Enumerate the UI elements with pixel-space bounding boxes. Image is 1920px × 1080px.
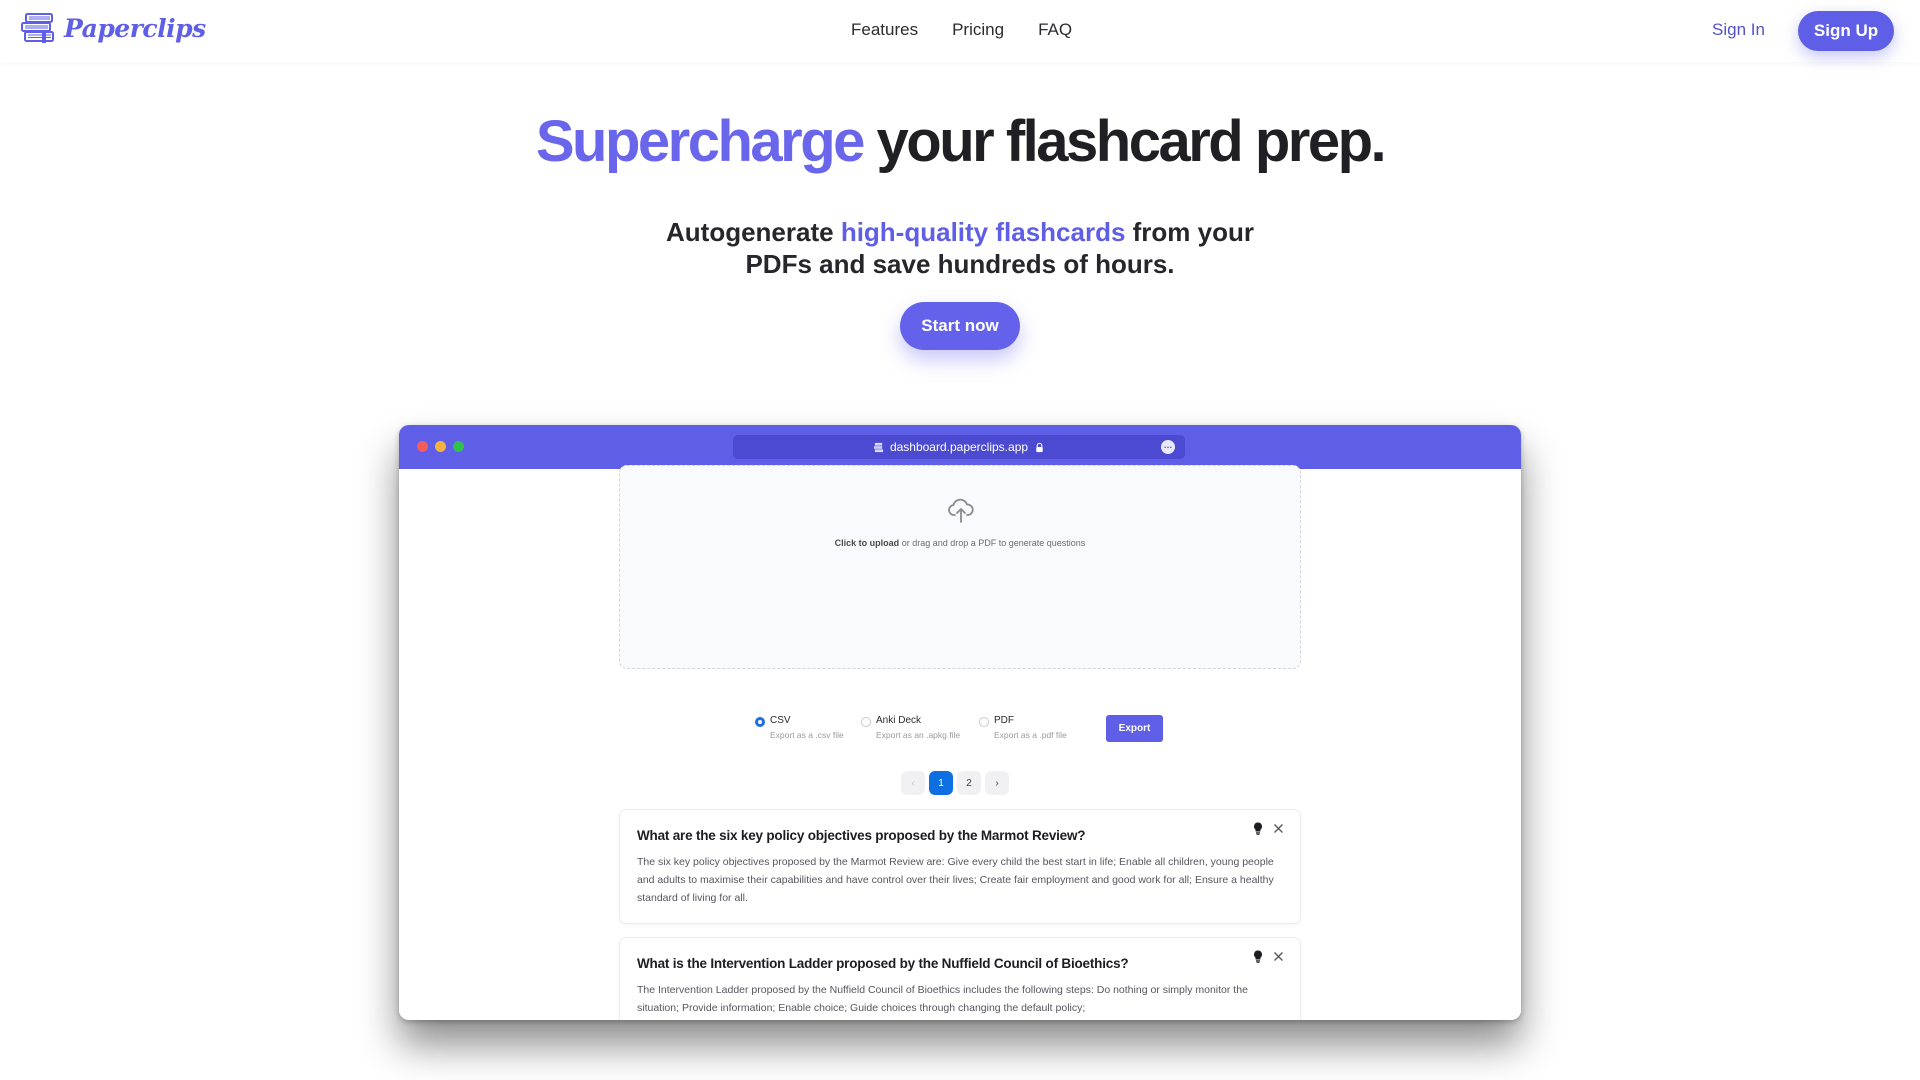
browser-titlebar: dashboard.paperclips.app …: [399, 425, 1521, 469]
radio-pdf[interactable]: [979, 717, 989, 727]
brand-name: Paperclips: [64, 13, 206, 43]
sign-in-link[interactable]: Sign In: [1712, 20, 1765, 40]
lock-icon: [1036, 442, 1043, 452]
lightbulb-icon[interactable]: [1253, 950, 1263, 963]
pdf-upload-dropzone[interactable]: Click to upload or drag and drop a PDF t…: [619, 465, 1301, 669]
card-question: What is the Intervention Ladder proposed…: [637, 956, 1129, 971]
flashcard: What are the six key policy objectives p…: [619, 809, 1301, 924]
url-text: dashboard.paperclips.app: [889, 440, 1029, 454]
more-options-icon[interactable]: …: [1161, 440, 1175, 454]
window-close-dot: [417, 441, 428, 452]
card-actions: [1253, 822, 1284, 835]
address-bar: dashboard.paperclips.app …: [733, 435, 1185, 459]
export-option-desc: Export as a .csv file: [770, 730, 844, 740]
close-icon[interactable]: [1273, 823, 1284, 834]
export-button[interactable]: Export: [1106, 715, 1163, 742]
page-button-1[interactable]: 1: [929, 771, 953, 795]
hero-subtitle-pre: Autogenerate: [666, 217, 841, 247]
books-icon: [21, 13, 54, 43]
site-favicon-icon: [873, 442, 884, 452]
prev-page-button[interactable]: ‹: [901, 771, 925, 795]
hero-title: Supercharge your flashcard prep.: [0, 108, 1920, 175]
cloud-upload-icon: [948, 498, 974, 523]
top-nav: Paperclips Features Pricing FAQ Sign In …: [0, 0, 1920, 62]
export-option-label: Anki Deck: [876, 715, 922, 726]
card-answer: The six key policy objectives proposed b…: [637, 856, 1274, 904]
export-option-csv[interactable]: CSV Export as a .csv file: [755, 715, 844, 740]
start-now-button[interactable]: Start now: [900, 302, 1020, 350]
hero-subtitle: Autogenerate high-quality flashcards fro…: [0, 216, 1920, 280]
export-option-label: CSV: [770, 715, 791, 726]
export-option-pdf[interactable]: PDF Export as a .pdf file: [979, 715, 1067, 740]
radio-csv[interactable]: [755, 717, 765, 727]
page-button-2[interactable]: 2: [957, 771, 981, 795]
browser-mockup: dashboard.paperclips.app … Click to uplo…: [399, 425, 1521, 1020]
upload-instructions: Click to upload or drag and drop a PDF t…: [620, 538, 1300, 548]
hero-subtitle-line2: PDFs and save hundreds of hours.: [745, 249, 1175, 279]
export-option-desc: Export as an .apkg file: [876, 730, 961, 740]
nav-link-faq[interactable]: FAQ: [1038, 20, 1072, 40]
close-icon[interactable]: [1273, 951, 1284, 962]
next-page-button[interactable]: ›: [985, 771, 1009, 795]
nav-link-pricing[interactable]: Pricing: [952, 20, 1004, 40]
flashcard: What is the Intervention Ladder proposed…: [619, 937, 1301, 1020]
lightbulb-icon[interactable]: [1253, 822, 1263, 835]
window-minimize-dot: [435, 441, 446, 452]
dashboard-content: Click to upload or drag and drop a PDF t…: [399, 465, 1521, 1020]
sign-up-button[interactable]: Sign Up: [1798, 11, 1894, 51]
hero-title-accent: Supercharge: [535, 109, 866, 174]
hero-title-rest: your flashcard prep.: [862, 109, 1387, 174]
export-option-label: PDF: [994, 715, 1014, 726]
card-actions: [1253, 950, 1284, 963]
card-answer: The Intervention Ladder proposed by the …: [637, 984, 1248, 1014]
hero-subtitle-post: from your: [1125, 217, 1254, 247]
brand-logo[interactable]: Paperclips: [20, 12, 206, 44]
main-nav: Features Pricing FAQ: [851, 20, 1072, 40]
upload-click-text[interactable]: Click to upload: [835, 538, 900, 548]
nav-link-features[interactable]: Features: [851, 20, 918, 40]
export-option-desc: Export as a .pdf file: [994, 730, 1067, 740]
upload-rest-text: or drag and drop a PDF to generate quest…: [899, 538, 1086, 548]
hero-subtitle-accent: high-quality flashcards: [840, 217, 1126, 247]
card-question: What are the six key policy objectives p…: [637, 828, 1086, 843]
pagination: ‹ 1 2 ›: [901, 771, 1009, 795]
radio-anki[interactable]: [861, 717, 871, 727]
window-maximize-dot: [453, 441, 464, 452]
export-option-anki[interactable]: Anki Deck Export as an .apkg file: [861, 715, 960, 740]
